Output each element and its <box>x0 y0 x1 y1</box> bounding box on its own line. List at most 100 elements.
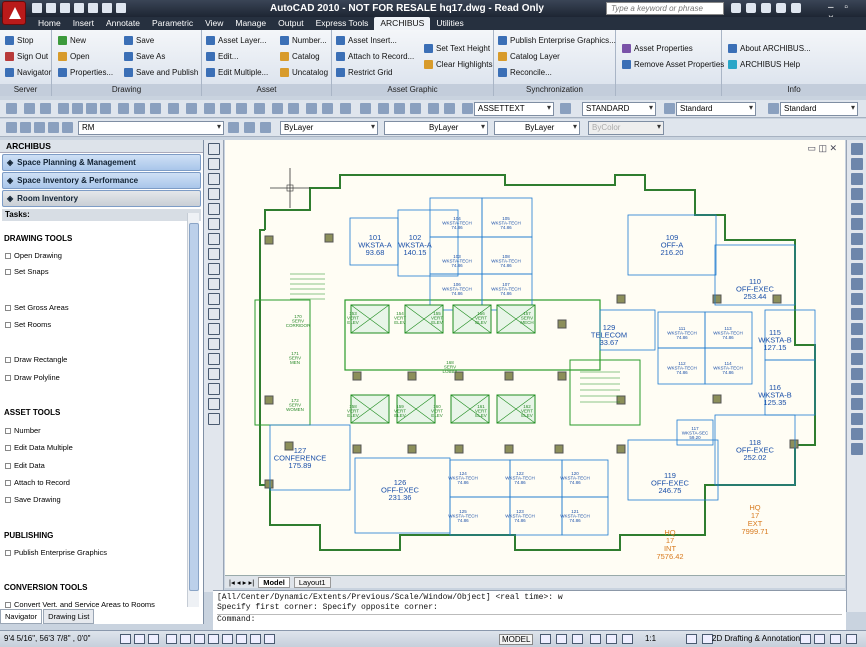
status-toggle-icon-17[interactable] <box>686 634 697 644</box>
task-convert-areas[interactable]: Convert Vert. and Service Areas to Rooms <box>5 600 155 609</box>
chamfer-icon[interactable] <box>851 353 863 365</box>
standard-tool-icon-0[interactable] <box>6 103 17 114</box>
drawing-canvas[interactable]: ▭ ◫ ✕ 101 WKSTA-A 93.68 102 WKSTA-A 140.15 103… <box>225 140 845 575</box>
set-text-height-button[interactable]: Set Text Height <box>424 42 492 54</box>
edit-button[interactable]: Edit... <box>206 50 268 62</box>
standard-tool-icon-13[interactable] <box>220 103 231 114</box>
tab-archibus[interactable]: ARCHIBUS <box>374 17 431 30</box>
standard-tool-icon-24[interactable] <box>410 103 421 114</box>
standard-tool-icon-8[interactable] <box>134 103 145 114</box>
status-toggle-icon-16[interactable] <box>622 634 633 644</box>
status-toggle-icon-6[interactable] <box>208 634 219 644</box>
task-draw-rectangle[interactable]: Draw Rectangle <box>5 355 67 364</box>
standard-tool-icon-15[interactable] <box>254 103 265 114</box>
standard-tool-icon-14[interactable] <box>236 103 247 114</box>
model-space-button[interactable]: MODEL <box>499 634 534 645</box>
standard-tool-icon-27[interactable] <box>462 103 473 114</box>
tab-output[interactable]: Output <box>272 17 310 30</box>
attach-record-button[interactable]: Attach to Record... <box>336 50 414 62</box>
make-block-icon[interactable] <box>208 323 220 335</box>
standard-tool-icon-16[interactable] <box>272 103 283 114</box>
multiline-text-icon[interactable] <box>208 413 220 425</box>
standard-tool-icon-6[interactable] <box>100 103 111 114</box>
task-save-drawing[interactable]: Save Drawing <box>5 495 61 504</box>
standard-tool-icon-4[interactable] <box>72 103 83 114</box>
save-as-button[interactable]: Save As <box>124 50 198 62</box>
task-number[interactable]: Number <box>5 426 41 435</box>
color-select[interactable]: ByLayer <box>280 121 378 135</box>
task-set-rooms[interactable]: Set Rooms <box>5 320 51 329</box>
standard-tool-icon-12[interactable] <box>204 103 215 114</box>
ellipse-icon[interactable] <box>208 278 220 290</box>
standard-tool-icon-29[interactable] <box>664 103 675 114</box>
status-toggle-icon-12[interactable] <box>556 634 567 644</box>
linetype-select[interactable]: ByLayer <box>384 121 488 135</box>
properties-icon[interactable] <box>851 413 863 425</box>
standard-tool-icon-7[interactable] <box>118 103 129 114</box>
gradient-icon[interactable] <box>208 368 220 380</box>
tab-nav-arrows[interactable]: |◂ ◂ ▸ ▸| <box>229 578 254 587</box>
status-toggle-icon-21[interactable] <box>830 634 841 644</box>
trim-icon[interactable] <box>851 278 863 290</box>
undo-icon[interactable] <box>88 3 98 13</box>
dim-style-select[interactable]: STANDARD <box>582 102 656 116</box>
task-set-gross-areas[interactable]: Set Gross Areas <box>5 303 69 312</box>
standard-tool-icon-3[interactable] <box>58 103 69 114</box>
favorites-icon[interactable] <box>776 3 786 13</box>
tab-home[interactable]: Home <box>32 17 67 30</box>
status-toggle-icon-13[interactable] <box>572 634 583 644</box>
explode-icon[interactable] <box>851 383 863 395</box>
status-toggle-icon-19[interactable] <box>800 634 811 644</box>
command-prompt[interactable]: Command: <box>217 614 842 625</box>
accordion-room-inventory[interactable]: ◈ Room Inventory <box>2 190 201 207</box>
standard-tool-icon-23[interactable] <box>394 103 405 114</box>
lineweight-select[interactable]: ByLayer <box>494 121 580 135</box>
draworder-icon[interactable] <box>851 398 863 410</box>
task-draw-polyline[interactable]: Draw Polyline <box>5 373 60 382</box>
layer-tool-icon-1[interactable] <box>20 122 31 133</box>
tab-parametric[interactable]: Parametric <box>146 17 199 30</box>
break-at-point-icon[interactable] <box>851 308 863 320</box>
array-icon[interactable] <box>851 203 863 215</box>
plot-icon[interactable] <box>116 3 126 13</box>
navigator-button[interactable]: Navigator <box>5 66 51 78</box>
break-icon[interactable] <box>851 323 863 335</box>
status-toggle-icon-11[interactable] <box>540 634 551 644</box>
save-button[interactable]: Save <box>124 34 198 46</box>
standard-tool-icon-5[interactable] <box>86 103 97 114</box>
standard-tool-icon-17[interactable] <box>288 103 299 114</box>
catalog-button[interactable]: Catalog <box>280 50 328 62</box>
about-button[interactable]: About ARCHIBUS... <box>728 42 811 54</box>
status-toggle-icon-15[interactable] <box>606 634 617 644</box>
catalog-layer-button[interactable]: Catalog Layer <box>498 50 616 62</box>
standard-tool-icon-26[interactable] <box>444 103 455 114</box>
join-icon[interactable] <box>851 338 863 350</box>
layer-tool-icon-6[interactable] <box>244 122 255 133</box>
standard-tool-icon-10[interactable] <box>168 103 179 114</box>
status-toggle-icon-3[interactable] <box>166 634 177 644</box>
standard-tool-icon-30[interactable] <box>768 103 779 114</box>
polyline-icon[interactable] <box>208 173 220 185</box>
standard-tool-icon-11[interactable] <box>186 103 197 114</box>
app-menu-button[interactable] <box>2 1 26 25</box>
text-style-select[interactable]: ASSETTEXT <box>474 102 554 116</box>
task-set-snaps[interactable]: Set Snaps <box>5 267 49 276</box>
workspace-switch[interactable]: 2D Drafting & Annotation <box>712 634 800 643</box>
open-icon[interactable] <box>46 3 56 13</box>
mirror-icon[interactable] <box>851 173 863 185</box>
standard-tool-icon-2[interactable] <box>40 103 51 114</box>
spline-icon[interactable] <box>208 263 220 275</box>
layer-tool-icon-4[interactable] <box>62 122 73 133</box>
arc-icon[interactable] <box>208 218 220 230</box>
layer-tool-icon-5[interactable] <box>228 122 239 133</box>
task-open-drawing[interactable]: Open Drawing <box>5 251 62 260</box>
standard-tool-icon-1[interactable] <box>24 103 35 114</box>
subscription-icon[interactable] <box>746 3 756 13</box>
task-publish-graphics[interactable]: Publish Enterprise Graphics <box>5 548 107 557</box>
rectangle-icon[interactable] <box>208 203 220 215</box>
task-scrollbar[interactable] <box>187 213 199 607</box>
accordion-space-planning[interactable]: ◈ Space Planning & Management <box>2 154 201 171</box>
properties-button[interactable]: Properties... <box>58 66 113 78</box>
fillet-icon[interactable] <box>851 368 863 380</box>
offset-icon[interactable] <box>851 188 863 200</box>
